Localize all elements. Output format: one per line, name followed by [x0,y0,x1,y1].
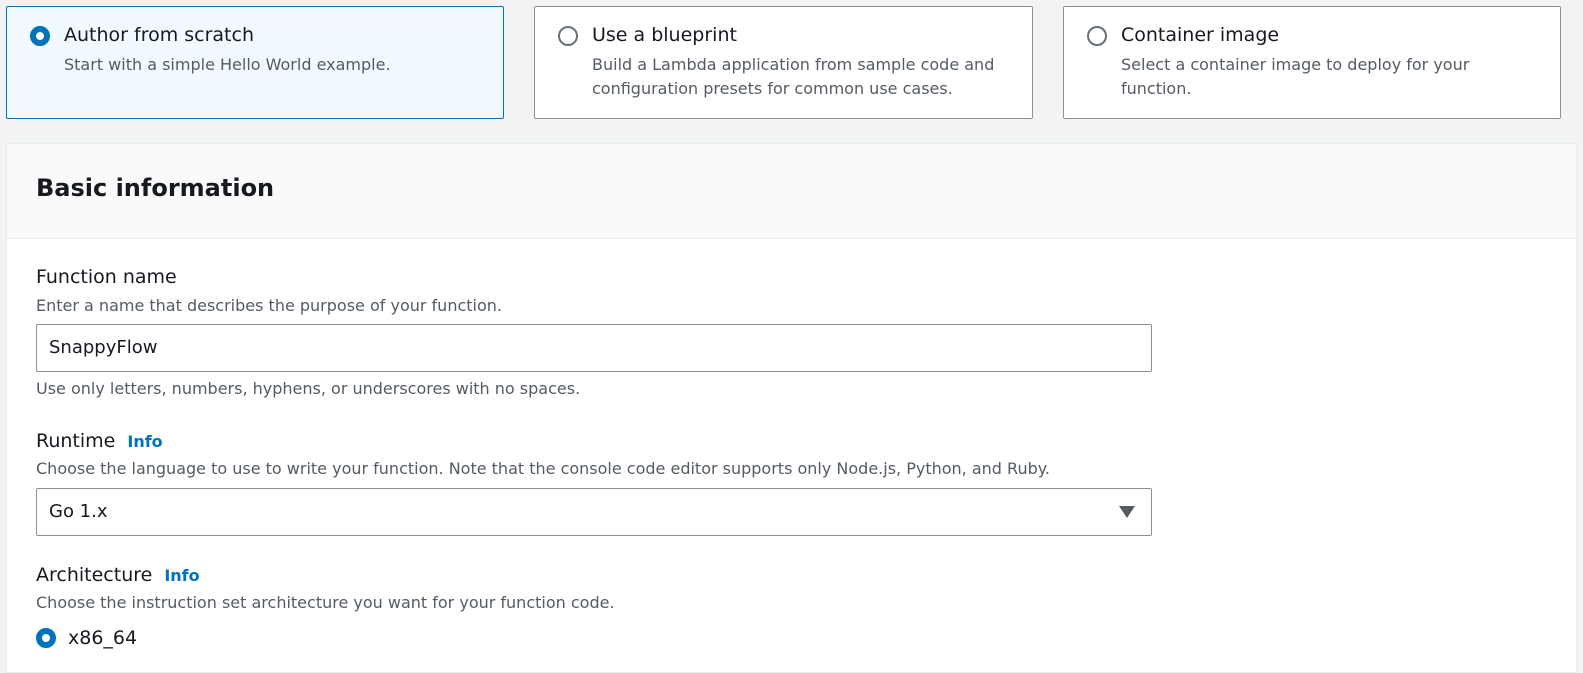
function-name-description: Enter a name that describes the purpose … [36,296,502,315]
architecture-description: Choose the instruction set architecture … [36,593,615,612]
panel-heading: Basic information [36,174,275,202]
option-description: Select a container image to deploy for y… [1121,55,1470,98]
option-author-from-scratch[interactable]: Author from scratch Start with a simple … [6,6,504,119]
option-title: Use a blueprint [592,24,737,46]
runtime-info-link[interactable]: Info [127,432,162,451]
creation-options: Author from scratch Start with a simple … [6,6,1577,119]
panel-header: Basic information [7,144,1576,239]
option-title: Author from scratch [64,24,254,46]
runtime-label: Runtime [36,430,116,452]
runtime-selected-value: Go 1.x [49,501,108,522]
architecture-info-link[interactable]: Info [164,566,199,585]
architecture-option-x86-64[interactable]: x86_64 [36,626,137,650]
architecture-label-row: Architecture Info [36,563,200,588]
radio-checked-icon[interactable] [30,26,50,46]
function-name-label: Function name [36,266,177,288]
basic-information-panel: Basic information Function name Enter a … [6,143,1577,673]
architecture-label: Architecture [36,564,153,586]
option-title: Container image [1121,24,1280,46]
option-description: Start with a simple Hello World example. [64,55,391,74]
architecture-option-label: x86_64 [68,627,138,649]
function-name-input[interactable]: SnappyFlow [36,324,1152,372]
radio-checked-icon[interactable] [36,628,56,648]
radio-unchecked-icon[interactable] [1087,26,1107,46]
function-name-constraint: Use only letters, numbers, hyphens, or u… [36,379,581,398]
runtime-label-row: Runtime Info [36,429,163,454]
runtime-select[interactable]: Go 1.x [36,488,1152,536]
option-description: Build a Lambda application from sample c… [592,55,995,98]
option-use-a-blueprint[interactable]: Use a blueprint Build a Lambda applicati… [534,6,1033,119]
radio-unchecked-icon[interactable] [558,26,578,46]
caret-down-icon [1119,506,1135,518]
runtime-description: Choose the language to use to write your… [36,459,1051,478]
option-container-image[interactable]: Container image Select a container image… [1063,6,1561,119]
